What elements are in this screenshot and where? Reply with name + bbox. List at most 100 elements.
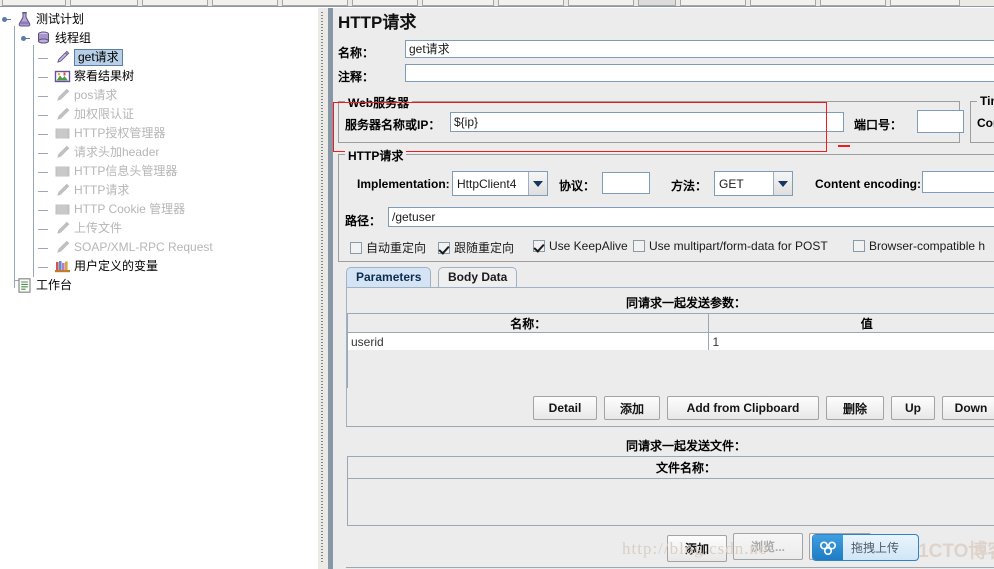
flask-icon: [16, 11, 33, 28]
toolbar-button[interactable]: [352, 0, 418, 6]
tree-node[interactable]: 工作台: [0, 276, 318, 295]
file-add-button[interactable]: 添加: [667, 535, 727, 562]
comment-label: 注释：: [338, 70, 375, 84]
implementation-combo[interactable]: HttpClient4: [452, 171, 548, 196]
port-input[interactable]: [917, 110, 964, 133]
tree-connector: [38, 267, 48, 268]
baidu-cloud-icon: [813, 535, 843, 560]
tree-node[interactable]: 线程组: [0, 29, 318, 48]
toolbar-button[interactable]: [212, 0, 278, 6]
params-heading: 同请求一起发送参数：: [625, 296, 746, 310]
checkbox-4[interactable]: Use multipart/form-data for POST: [633, 239, 828, 253]
name-input-value: get请求: [409, 42, 450, 56]
checkbox-5[interactable]: Browser-compatible h: [853, 239, 985, 253]
checkbox-label: 跟随重定向: [454, 241, 515, 255]
checkbox-box[interactable]: [533, 240, 545, 252]
protocol-input[interactable]: [602, 172, 650, 194]
tree-node[interactable]: HTTP信息头管理器: [0, 162, 318, 181]
param-button-add-from-clipboard[interactable]: Add from Clipboard: [667, 396, 819, 420]
toolbar-button[interactable]: [820, 0, 886, 6]
tree-connector: [38, 229, 48, 230]
tree-node[interactable]: HTTP Cookie 管理器: [0, 200, 318, 219]
tree-node-label: SOAP/XML-RPC Request: [74, 240, 213, 255]
server-name-input[interactable]: ${ip}: [450, 112, 844, 132]
tree-node-label: 加权限认证: [74, 107, 135, 122]
tab-parameters[interactable]: Parameters: [346, 267, 432, 287]
name-input[interactable]: get请求: [405, 40, 994, 58]
content-encoding-input[interactable]: [922, 171, 994, 193]
toolbar-strip: [0, 0, 994, 7]
toolbar-button[interactable]: [142, 0, 208, 6]
tree-node[interactable]: 上传文件: [0, 219, 318, 238]
tab-body-data[interactable]: Body Data: [438, 267, 518, 287]
checkbox-box[interactable]: [633, 240, 645, 252]
checkbox-box[interactable]: [350, 241, 362, 254]
checkbox-1[interactable]: 自动重定向: [350, 239, 426, 256]
tree-node[interactable]: 察看结果树: [0, 67, 318, 86]
tree-node[interactable]: HTTP授权管理器: [0, 124, 318, 143]
checkbox-2[interactable]: 跟随重定向: [438, 239, 514, 256]
bottom-divider: [346, 567, 994, 568]
toolbar-button[interactable]: [890, 0, 960, 6]
tree-node[interactable]: SOAP/XML-RPC Request: [0, 238, 318, 257]
comment-input[interactable]: [405, 64, 994, 82]
tree-node[interactable]: 测试计划: [0, 10, 318, 29]
chevron-down-icon[interactable]: [773, 172, 792, 195]
tree-node[interactable]: HTTP请求: [0, 181, 318, 200]
tree-connector: [38, 58, 48, 59]
tree-node[interactable]: 加权限认证: [0, 105, 318, 124]
checkbox-3[interactable]: Use KeepAlive: [533, 239, 628, 253]
cell-param-value[interactable]: 1: [709, 333, 994, 350]
tree-node-label: pos请求: [74, 88, 118, 103]
tree-expander[interactable]: [2, 15, 11, 24]
panel-splitter[interactable]: [318, 8, 328, 569]
toolbar-button[interactable]: [568, 0, 634, 6]
drag-upload-chip[interactable]: 拖拽上传: [812, 534, 919, 561]
parameters-table[interactable]: 名称： 值 userid 1: [347, 313, 994, 388]
checkbox-label: Use KeepAlive: [549, 239, 628, 253]
checkbox-box[interactable]: [853, 240, 865, 252]
tree-node[interactable]: 用户定义的变量: [0, 257, 318, 276]
web-server-group-title: Web服务器: [345, 94, 413, 111]
toolbar-button[interactable]: [638, 0, 676, 6]
tree-node-label: get请求: [74, 49, 123, 67]
table-row[interactable]: userid 1: [348, 333, 994, 350]
param-button-up[interactable]: Up: [891, 396, 935, 420]
content-encoding-label: Content encoding:: [815, 177, 921, 191]
files-table[interactable]: 文件名称：: [347, 456, 994, 526]
tree-node[interactable]: pos请求: [0, 86, 318, 105]
protocol-label: 协议：: [559, 179, 596, 193]
tree-node[interactable]: get请求: [0, 48, 318, 67]
column-header-value: 值: [860, 316, 873, 331]
path-input[interactable]: /getuser: [388, 207, 994, 227]
checkbox-box[interactable]: [438, 241, 450, 254]
toolbar-button[interactable]: [2, 0, 66, 6]
toolbar-button[interactable]: [422, 0, 494, 6]
toolbar-button[interactable]: [282, 0, 348, 6]
chevron-down-icon[interactable]: [528, 172, 547, 195]
test-plan-tree[interactable]: 测试计划 线程组 get请求 察看结果树 pos请求加权限认证 HTTP授权管理器 请求头加…: [0, 8, 318, 569]
tree-node-label: HTTP Cookie 管理器: [74, 202, 186, 217]
param-button-detail[interactable]: Detail: [533, 396, 597, 420]
http-manager-icon: [54, 163, 71, 180]
param-button-down[interactable]: Down: [942, 396, 994, 420]
path-value: /getuser: [392, 210, 436, 224]
toolbar-button[interactable]: [750, 0, 816, 6]
method-combo[interactable]: GET: [714, 171, 793, 196]
tree-connector: [38, 191, 48, 192]
param-button-[interactable]: 删除: [826, 396, 884, 420]
thread-group-icon: [35, 30, 52, 47]
tree-expander[interactable]: [21, 34, 30, 43]
tree-node[interactable]: 请求头加header: [0, 143, 318, 162]
http-request-icon: [54, 182, 71, 199]
cell-param-name[interactable]: userid: [348, 333, 710, 350]
toolbar-button[interactable]: [498, 0, 564, 6]
tree-node-label: 用户定义的变量: [74, 259, 159, 274]
tree-node-label: HTTP信息头管理器: [74, 164, 178, 179]
section-divider: [346, 426, 994, 427]
toolbar-button[interactable]: [680, 0, 746, 6]
http-request-icon: [54, 239, 71, 256]
param-button-[interactable]: 添加: [604, 396, 660, 420]
toolbar-button[interactable]: [70, 0, 138, 6]
jmeter-window: 测试计划 线程组 get请求 察看结果树 pos请求 加权限认证 HTTP授权管理器 请求头加…: [0, 0, 994, 569]
